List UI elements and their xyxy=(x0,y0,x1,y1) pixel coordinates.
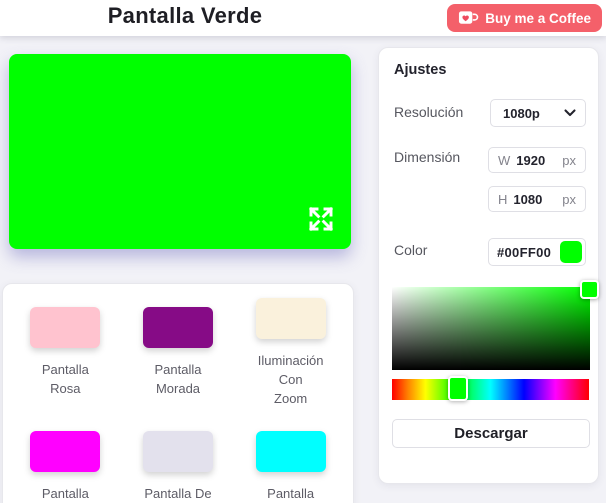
resolution-label: Resolución xyxy=(394,104,464,120)
coffee-cup-icon xyxy=(458,10,479,26)
page-title: Pantalla Verde xyxy=(107,3,263,28)
saturation-handle[interactable] xyxy=(580,280,599,299)
chevron-down-icon xyxy=(564,109,576,117)
preset-iluminacion-con-zoom[interactable]: Iluminación Con Zoom xyxy=(234,298,347,409)
color-hex-input[interactable]: #00FF00 xyxy=(488,238,586,266)
height-prefix: H xyxy=(498,191,508,207)
height-value: 1080 xyxy=(513,191,543,207)
color-hex-value: #00FF00 xyxy=(497,244,552,260)
resolution-value: 1080p xyxy=(503,105,540,121)
hue-handle[interactable] xyxy=(448,376,468,401)
preset-pantalla-rosa[interactable]: Pantalla Rosa xyxy=(9,307,122,399)
color-chip[interactable] xyxy=(560,241,582,263)
hue-slider[interactable] xyxy=(392,376,589,401)
swatch-color-box[interactable] xyxy=(255,430,326,472)
buy-me-a-coffee-button[interactable]: Buy me a Coffee xyxy=(447,4,602,32)
dimension-label: Dimensión xyxy=(394,149,461,165)
swatch-label: Pantalla Morada xyxy=(154,362,202,397)
width-input[interactable]: W 1920 px xyxy=(488,147,586,173)
width-value: 1920 xyxy=(516,152,546,168)
green-screen-preview[interactable] xyxy=(9,54,351,249)
preset-screens-grid: Pantalla Rosa Pantalla Morada Iluminació… xyxy=(3,284,353,503)
header-bar: Pantalla Verde Buy me a Coffee xyxy=(0,0,606,36)
resolution-select[interactable]: 1080p xyxy=(490,99,586,127)
fullscreen-expand-icon[interactable] xyxy=(305,203,337,235)
swatch-color-box[interactable] xyxy=(142,307,213,349)
saturation-picker[interactable] xyxy=(392,280,599,370)
swatch-label: Pantalla Magenta xyxy=(41,485,89,501)
swatch-label: Pantalla De Lavanda xyxy=(144,485,212,501)
swatch-color-box[interactable] xyxy=(142,430,213,472)
buy-button-label: Buy me a Coffee xyxy=(485,10,591,26)
download-button[interactable]: Descargar xyxy=(392,419,590,448)
swatch-label: Pantalla Cian xyxy=(267,485,315,501)
preset-pantalla-magenta[interactable]: Pantalla Magenta xyxy=(9,430,122,503)
settings-panel: Ajustes Resolución 1080p Dimensión W 192… xyxy=(378,47,599,484)
settings-title: Ajustes xyxy=(394,62,447,78)
width-unit: px xyxy=(562,152,576,168)
width-prefix: W xyxy=(498,152,511,168)
height-unit: px xyxy=(562,191,576,207)
preset-pantalla-cian[interactable]: Pantalla Cian xyxy=(234,430,347,503)
color-label: Color xyxy=(394,242,428,258)
swatch-color-box[interactable] xyxy=(30,430,101,472)
swatch-label: Iluminación Con Zoom xyxy=(257,353,324,406)
swatch-label: Pantalla Rosa xyxy=(41,362,89,397)
swatch-color-box[interactable] xyxy=(255,298,326,339)
height-input[interactable]: H 1080 px xyxy=(488,186,586,212)
preset-pantalla-de-lavanda[interactable]: Pantalla De Lavanda xyxy=(122,430,235,503)
swatch-color-box[interactable] xyxy=(30,307,101,349)
preset-pantalla-morada[interactable]: Pantalla Morada xyxy=(122,307,235,399)
preset-screens-card: Pantalla Rosa Pantalla Morada Iluminació… xyxy=(2,283,354,503)
